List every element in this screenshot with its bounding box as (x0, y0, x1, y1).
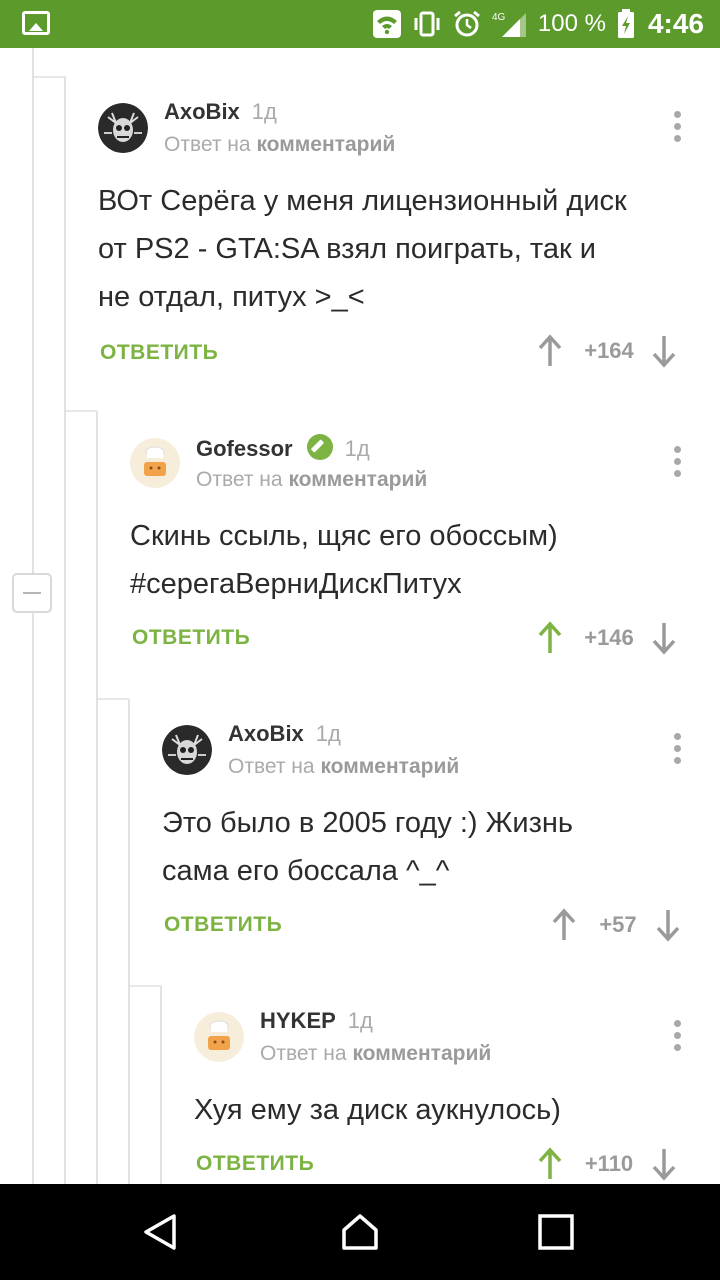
vote-score: +164 (584, 338, 634, 363)
thread-line (130, 985, 162, 987)
thread-line (64, 76, 66, 1184)
svg-text:4G: 4G (492, 12, 506, 23)
thread-line (34, 76, 66, 78)
reply-to-link[interactable]: комментарий (256, 133, 395, 156)
thread-line (32, 613, 34, 1184)
comment-author[interactable]: Gofessor 1д (196, 434, 370, 462)
battery-percent: 100 % (537, 10, 606, 37)
comment-author[interactable]: AxoBix 1д (164, 99, 277, 125)
vibrate-icon (412, 9, 442, 39)
reply-to-link[interactable]: комментарий (320, 755, 459, 778)
upvote-arrow-icon[interactable] (538, 1147, 562, 1181)
thread-line (32, 48, 34, 573)
comment-text: Это было в 2005 году :) Жизнь сама его б… (162, 807, 573, 887)
comment-text: Скинь ссыль, щяс его обоссым) #серегаВер… (130, 520, 558, 600)
comment-author[interactable]: HYKEP 1д (260, 1008, 373, 1034)
recents-icon[interactable] (536, 1212, 576, 1252)
thread-line (128, 698, 130, 1184)
reply-button[interactable]: ОТВЕТИТЬ (132, 626, 250, 650)
home-icon[interactable] (340, 1212, 380, 1252)
vote-score: +57 (599, 912, 637, 937)
comment: AxoBix 1д Ответ на комментарий ВОт Серёга… (98, 99, 698, 383)
comment-age: 1д (251, 99, 277, 124)
wifi-icon (372, 9, 402, 39)
avatar[interactable] (130, 438, 180, 488)
downvote-arrow-icon[interactable] (652, 334, 676, 368)
comment: AxoBix 1д Ответ на комментарий Это было в… (162, 721, 698, 965)
downvote-arrow-icon[interactable] (652, 1147, 676, 1181)
comment-text: ВОт Серёга у меня лицензионный диск от P… (98, 185, 627, 313)
vote-score: +110 (584, 1151, 634, 1176)
thread-line (98, 698, 130, 700)
reply-to-label: Ответ на комментарий (196, 468, 428, 491)
comment: HYKEP 1д Ответ на комментарий Хуя ему за … (194, 1008, 698, 1184)
clock: 4:46 (647, 8, 704, 39)
reply-to-label: Ответ на комментарий (164, 133, 396, 156)
battery-charging-icon (616, 9, 636, 39)
reply-to-label: Ответ на комментарий (228, 755, 460, 778)
reply-to-label: Ответ на комментарий (260, 1042, 492, 1065)
reply-to-link[interactable]: комментарий (352, 1042, 491, 1065)
vote-controls: +164 (538, 331, 676, 371)
comment: Gofessor 1д Ответ на комментарий Скинь сс… (130, 434, 698, 678)
navigation-bar (0, 1184, 720, 1280)
collapse-thread-button[interactable] (12, 573, 52, 613)
downvote-arrow-icon[interactable] (652, 621, 676, 655)
more-options-icon[interactable] (674, 1020, 682, 1051)
comment-age: 1д (344, 436, 370, 461)
reply-to-link[interactable]: комментарий (288, 468, 427, 491)
downvote-arrow-icon[interactable] (656, 908, 680, 942)
thread-line (160, 985, 162, 1184)
reply-button[interactable]: ОТВЕТИТЬ (196, 1152, 314, 1176)
reply-button[interactable]: ОТВЕТИТЬ (164, 913, 282, 937)
upvote-arrow-icon[interactable] (552, 908, 576, 942)
more-options-icon[interactable] (674, 111, 682, 142)
upvote-arrow-icon[interactable] (538, 621, 562, 655)
avatar[interactable] (98, 103, 148, 153)
more-options-icon[interactable] (674, 733, 682, 764)
image-icon (22, 11, 50, 35)
alarm-icon (452, 9, 482, 39)
vote-score: +146 (584, 625, 634, 650)
verified-pencil-icon (306, 434, 333, 460)
more-options-icon[interactable] (674, 446, 682, 477)
vote-controls: +57 (552, 905, 680, 945)
vote-controls: +110 (538, 1144, 676, 1184)
comment-age: 1д (347, 1008, 373, 1033)
comment-author[interactable]: AxoBix 1д (228, 721, 341, 747)
avatar[interactable] (194, 1012, 244, 1062)
avatar[interactable] (162, 725, 212, 775)
thread-line (96, 410, 98, 1184)
reply-button[interactable]: ОТВЕТИТЬ (100, 341, 218, 365)
signal-icon: 4G (492, 9, 528, 39)
upvote-arrow-icon[interactable] (538, 334, 562, 368)
vote-controls: +146 (538, 618, 676, 658)
status-bar: 4G 100 % 4:46 (0, 0, 720, 48)
thread-line (66, 410, 98, 412)
back-icon[interactable] (140, 1212, 180, 1252)
comment-age: 1д (315, 721, 341, 746)
comment-text: Хуя ему за диск аукнулось) (194, 1094, 561, 1126)
